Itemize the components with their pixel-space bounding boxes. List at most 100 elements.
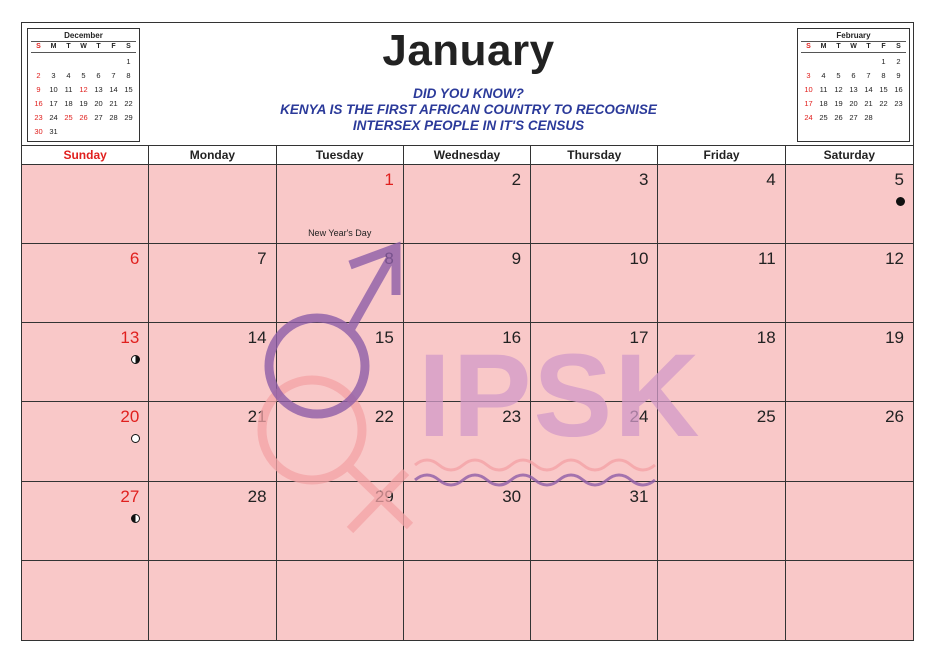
day-cell-11[interactable]: 11 xyxy=(658,244,786,324)
day-cell-22[interactable]: 22 xyxy=(276,402,404,482)
day-cell-4[interactable]: 4 xyxy=(658,165,786,245)
mini-day-grid: 1 2 3 4 5 6 7 8 9 10 11 12 13 14 15 16 17 18 19 20 21 22 23 24 2… xyxy=(801,55,906,139)
day-number: 10 xyxy=(629,249,649,269)
day-cell-27[interactable]: 27 xyxy=(22,481,150,561)
day-cell-28[interactable]: 28 xyxy=(149,481,277,561)
day-cell-26[interactable]: 26 xyxy=(785,402,913,482)
mini-day: 1 xyxy=(126,57,131,66)
day-number: 3 xyxy=(638,170,649,189)
empty-day-cell[interactable] xyxy=(786,561,913,640)
mini-day: 18 xyxy=(819,99,828,108)
day-number: 9 xyxy=(511,249,522,269)
mini-day: 8 xyxy=(881,71,886,80)
mini-weekday-row: SMTWTFS xyxy=(31,41,136,53)
day-cell-6[interactable]: 6 xyxy=(22,244,150,324)
mini-day: 7 xyxy=(111,71,116,80)
mini-day xyxy=(61,55,76,69)
mini-weekday-label: F xyxy=(881,43,886,50)
holiday-label: New Year's Day xyxy=(308,228,372,239)
day-cell-10[interactable]: 10 xyxy=(531,244,659,324)
day-cell-18[interactable]: 18 xyxy=(658,323,786,403)
mini-day: 21 xyxy=(864,99,873,108)
day-cell-8[interactable]: 8 xyxy=(276,244,404,324)
mini-weekday-label: S xyxy=(806,43,811,50)
day-number: 27 xyxy=(120,486,140,506)
day-cell-17[interactable]: 17 xyxy=(531,323,659,403)
mini-day: 10 xyxy=(49,85,58,94)
empty-day-cell[interactable] xyxy=(785,482,913,561)
day-number: 14 xyxy=(247,328,267,348)
mini-day: 6 xyxy=(851,71,856,80)
mini-day: 2 xyxy=(36,71,41,80)
day-cell-15[interactable]: 15 xyxy=(276,323,404,403)
mini-day: 26 xyxy=(79,113,88,122)
day-cell-1[interactable]: 1 New Year's Day xyxy=(276,165,404,245)
day-cell-30[interactable]: 30 xyxy=(403,481,532,561)
day-cell-5[interactable]: 5 xyxy=(785,165,913,245)
mini-weekday-label: W xyxy=(850,43,857,50)
day-cell-21[interactable]: 21 xyxy=(149,402,277,482)
mini-day xyxy=(76,55,91,69)
mini-day: 4 xyxy=(821,71,826,80)
day-number: 25 xyxy=(756,407,776,427)
mini-day: 17 xyxy=(49,99,58,108)
mini-day: 15 xyxy=(879,85,888,94)
day-cell-2[interactable]: 2 xyxy=(403,165,532,245)
last-quarter-icon xyxy=(131,513,141,523)
day-number: 29 xyxy=(374,486,394,506)
mini-day: 17 xyxy=(804,99,813,108)
empty-day-cell[interactable] xyxy=(22,560,150,640)
mini-day xyxy=(891,111,906,125)
mini-day xyxy=(876,111,891,125)
day-number: 19 xyxy=(885,328,904,348)
mini-day: 10 xyxy=(804,85,813,94)
mini-day xyxy=(91,125,106,139)
day-cell-24[interactable]: 24 xyxy=(531,402,659,482)
day-cell-29[interactable]: 29 xyxy=(276,481,404,561)
mini-day: 1 xyxy=(881,57,886,66)
day-number: 11 xyxy=(758,249,776,269)
mini-weekday-label: T xyxy=(96,43,101,50)
mini-day: 12 xyxy=(834,85,843,94)
empty-day-cell[interactable] xyxy=(531,560,659,640)
day-cell-25[interactable]: 25 xyxy=(658,402,786,482)
mini-day: 21 xyxy=(109,99,118,108)
mini-weekday-label: S xyxy=(896,43,901,50)
mini-calendar-title: December xyxy=(64,31,103,40)
day-cell-23[interactable]: 23 xyxy=(403,402,532,482)
empty-day-cell[interactable] xyxy=(277,560,404,640)
day-cell-16[interactable]: 16 xyxy=(403,323,532,403)
day-cell-3[interactable]: 3 xyxy=(531,165,659,245)
mini-day: 20 xyxy=(94,99,103,108)
empty-day-cell[interactable] xyxy=(658,481,786,561)
day-cell-19[interactable]: 19 xyxy=(785,323,913,403)
day-number: 24 xyxy=(629,407,649,427)
empty-day-cell[interactable] xyxy=(22,165,150,245)
mini-day: 23 xyxy=(894,99,903,108)
day-cell-9[interactable]: 9 xyxy=(403,244,532,324)
mini-weekday-label: W xyxy=(80,43,87,50)
day-cell-31[interactable]: 31 xyxy=(531,481,659,561)
mini-day xyxy=(831,125,846,139)
day-cell-7[interactable]: 7 xyxy=(149,244,277,324)
mini-day: 20 xyxy=(849,99,858,108)
mini-day: 4 xyxy=(66,71,71,80)
day-cell-13[interactable]: 13 xyxy=(22,323,150,403)
mini-weekday-row: SMTWTFS xyxy=(801,41,906,53)
empty-day-cell[interactable] xyxy=(149,560,277,640)
mini-day xyxy=(846,125,861,139)
empty-day-cell[interactable] xyxy=(404,560,532,640)
day-number: 7 xyxy=(257,249,267,269)
mini-weekday-label: F xyxy=(111,43,116,50)
day-cell-14[interactable]: 14 xyxy=(149,323,277,403)
day-cell-20[interactable]: 20 xyxy=(22,402,150,482)
mini-weekday-label: T xyxy=(866,43,871,50)
day-cell-12[interactable]: 12 xyxy=(785,244,913,324)
mini-day: 19 xyxy=(79,99,88,108)
day-number: 1 xyxy=(384,170,394,189)
empty-day-cell[interactable] xyxy=(658,560,786,640)
mini-weekday-label: S xyxy=(36,43,41,50)
weekday-label-monday: Monday xyxy=(149,146,277,164)
mini-day: 16 xyxy=(34,99,43,108)
empty-day-cell[interactable] xyxy=(149,165,277,245)
